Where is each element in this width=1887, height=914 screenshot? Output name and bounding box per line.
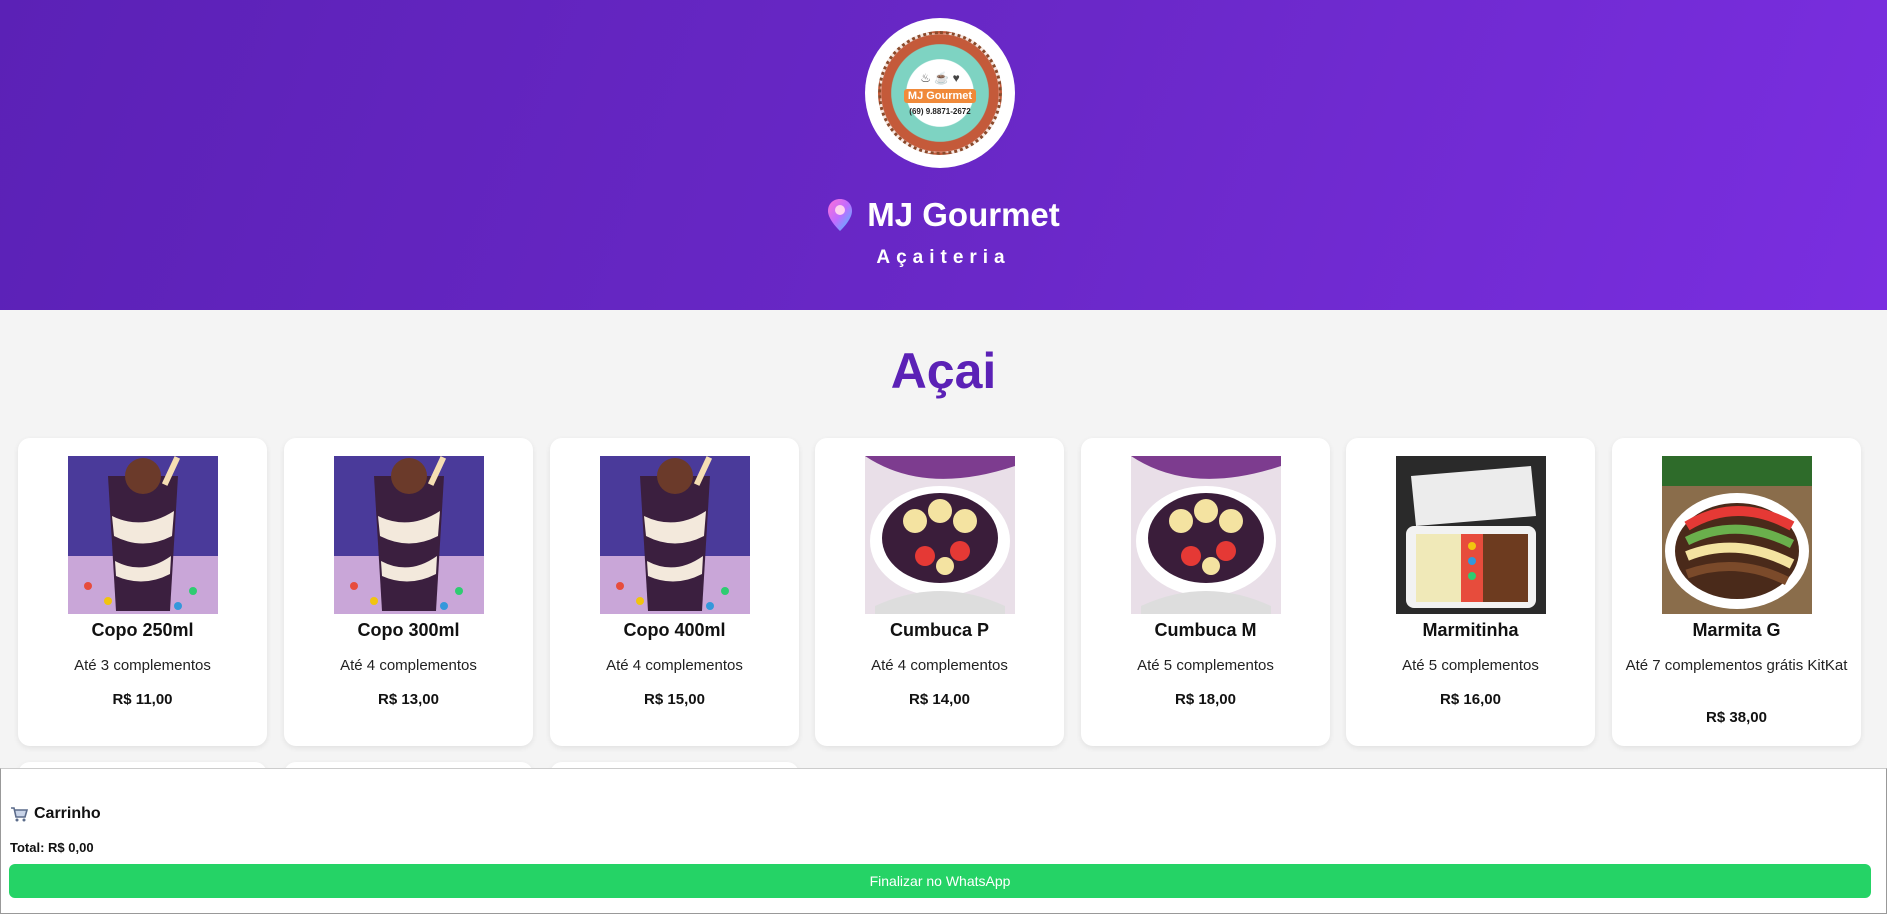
product-description: Até 5 complementos (1402, 657, 1539, 674)
product-description: Até 7 complementos grátis KitKat (1625, 657, 1848, 674)
product-card[interactable]: Cumbuca P Até 4 complementos R$ 14,00 (815, 438, 1064, 746)
product-card[interactable]: Copo 300ml Até 4 complementos R$ 13,00 (284, 438, 533, 746)
product-price: R$ 15,00 (644, 691, 705, 708)
store-header: ♨ ☕ ♥ MJ Gourmet (69) 9.8871-2672 MJ Gou… (0, 0, 1887, 310)
cart-total: Total: R$ 0,00 (10, 840, 94, 855)
product-name: Copo 300ml (357, 620, 460, 640)
product-image-cup (68, 456, 218, 614)
product-price: R$ 14,00 (909, 691, 970, 708)
product-description: Até 5 complementos (1137, 657, 1274, 674)
cart-panel: Carrinho Total: R$ 0,00 Finalizar no Wha… (0, 768, 1887, 914)
product-price: R$ 13,00 (378, 691, 439, 708)
brand-row: MJ Gourmet (0, 196, 1887, 234)
product-description: Até 4 complementos (340, 657, 477, 674)
logo-chef-icons: ♨ ☕ ♥ (920, 70, 960, 85)
product-name: Marmita G (1692, 620, 1781, 640)
product-image-platter (1662, 456, 1812, 614)
product-image-bowl (865, 456, 1015, 614)
product-image-cup (600, 456, 750, 614)
product-price: R$ 18,00 (1175, 691, 1236, 708)
brand-name: MJ Gourmet (867, 196, 1060, 233)
product-name: Marmitinha (1422, 620, 1519, 640)
product-card[interactable]: Cumbuca M Até 5 complementos R$ 18,00 (1081, 438, 1330, 746)
logo-phone: (69) 9.8871-2672 (909, 106, 971, 116)
store-logo: ♨ ☕ ♥ MJ Gourmet (69) 9.8871-2672 (865, 18, 1015, 168)
product-name: Copo 250ml (91, 620, 194, 640)
product-image-box (1396, 456, 1546, 614)
section-title: Açai (890, 343, 997, 399)
location-pin-icon (828, 199, 853, 231)
product-price: R$ 38,00 (1706, 709, 1767, 726)
cart-header: Carrinho (10, 805, 101, 823)
logo-badge: ♨ ☕ ♥ MJ Gourmet (69) 9.8871-2672 (878, 31, 1002, 155)
product-price: R$ 16,00 (1440, 691, 1501, 708)
product-grid: Copo 250ml Até 3 complementos R$ 11,00 C… (18, 438, 1868, 802)
product-price: R$ 11,00 (112, 691, 173, 708)
logo-name: MJ Gourmet (903, 88, 977, 103)
product-image-bowl (1131, 456, 1281, 614)
product-card[interactable]: Marmitinha Até 5 complementos R$ 16,00 (1346, 438, 1595, 746)
cart-title: Carrinho (34, 805, 101, 822)
product-description: Até 4 complementos (606, 657, 743, 674)
product-name: Cumbuca M (1154, 620, 1257, 640)
product-card[interactable]: Copo 250ml Até 3 complementos R$ 11,00 (18, 438, 267, 746)
product-image-cup (334, 456, 484, 614)
product-card[interactable]: Marmita G Até 7 complementos grátis KitK… (1612, 438, 1861, 746)
whatsapp-checkout-button[interactable]: Finalizar no WhatsApp (9, 864, 1871, 898)
product-name: Copo 400ml (623, 620, 726, 640)
product-card[interactable]: Copo 400ml Até 4 complementos R$ 15,00 (550, 438, 799, 746)
brand-subtitle: Açaiteria (876, 247, 1011, 268)
cart-icon (11, 807, 28, 822)
product-description: Até 3 complementos (74, 657, 211, 674)
product-name: Cumbuca P (889, 620, 990, 640)
product-description: Até 4 complementos (871, 657, 1008, 674)
